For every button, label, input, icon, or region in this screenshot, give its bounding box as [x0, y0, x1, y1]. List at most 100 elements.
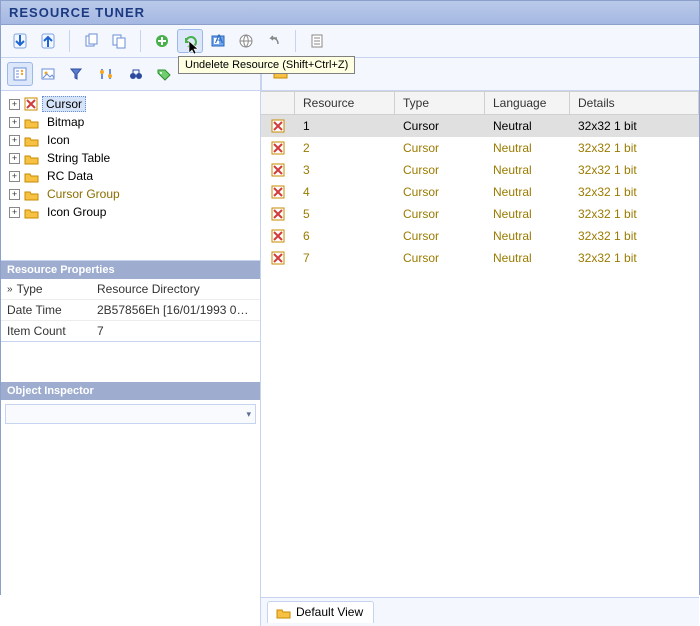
col-resource[interactable]: Resource — [295, 92, 395, 114]
tree-item-label: Icon — [43, 132, 74, 148]
cell-type: Cursor — [395, 227, 485, 245]
tag-button[interactable] — [151, 62, 177, 86]
expand-icon[interactable]: + — [9, 171, 20, 182]
prop-key: »Type — [1, 279, 91, 299]
undelete-resource-button[interactable]: Undelete Resource (Shift+Ctrl+Z) — [177, 29, 203, 53]
tree-item-label: RC Data — [43, 168, 97, 184]
expand-icon[interactable]: + — [9, 189, 20, 200]
cell-type: Cursor — [395, 117, 485, 135]
copy-button[interactable] — [78, 29, 104, 53]
tree-item-label: Icon Group — [43, 204, 110, 220]
cell-resource: 5 — [295, 205, 395, 223]
tab-default-view[interactable]: Default View — [267, 601, 374, 623]
tree-item-cursor[interactable]: + Cursor — [3, 95, 258, 113]
cell-language: Neutral — [485, 249, 570, 267]
tree-item-bitmap[interactable]: + Bitmap — [3, 113, 258, 131]
cell-language: Neutral — [485, 205, 570, 223]
table-row[interactable]: 7CursorNeutral32x32 1 bit — [261, 247, 699, 269]
deleted-icon — [271, 229, 285, 243]
cell-type: Cursor — [395, 205, 485, 223]
cell-resource: 6 — [295, 227, 395, 245]
col-icon[interactable] — [261, 92, 295, 114]
prop-value: 2B57856Eh [16/01/1993 03:47... — [91, 300, 260, 320]
table-row[interactable]: 6CursorNeutral32x32 1 bit — [261, 225, 699, 247]
expand-icon[interactable]: + — [9, 117, 20, 128]
cell-language: Neutral — [485, 139, 570, 157]
col-language[interactable]: Language — [485, 92, 570, 114]
deleted-icon — [271, 163, 285, 177]
cell-details: 32x32 1 bit — [570, 227, 699, 245]
deleted-icon — [271, 141, 285, 155]
cell-details: 32x32 1 bit — [570, 205, 699, 223]
cell-language: Neutral — [485, 227, 570, 245]
prop-row: Date Time2B57856Eh [16/01/1993 03:47... — [1, 299, 260, 320]
folder-icon — [24, 134, 39, 147]
cell-details: 32x32 1 bit — [570, 139, 699, 157]
rename-button[interactable] — [205, 29, 231, 53]
tree-item-cursor-group[interactable]: +Cursor Group — [3, 185, 258, 203]
prop-value: Resource Directory — [91, 279, 260, 299]
deleted-icon — [271, 207, 285, 221]
deleted-icon — [271, 119, 285, 133]
window-title: RESOURCE TUNER — [1, 1, 699, 25]
col-type[interactable]: Type — [395, 92, 485, 114]
chevron-down-icon: ▾ — [246, 409, 251, 420]
copy-multi-button[interactable] — [106, 29, 132, 53]
expand-icon[interactable]: + — [9, 153, 20, 164]
properties-button[interactable] — [304, 29, 330, 53]
resource-tree[interactable]: + Cursor + Bitmap + Icon + String Table + RC Data… — [1, 91, 260, 261]
import-button[interactable] — [7, 29, 33, 53]
tree-item-icon[interactable]: + Icon — [3, 131, 258, 149]
settings-button[interactable] — [93, 62, 119, 86]
expand-icon[interactable]: + — [9, 135, 20, 146]
filter-button[interactable] — [63, 62, 89, 86]
cell-language: Neutral — [485, 183, 570, 201]
tooltip: Undelete Resource (Shift+Ctrl+Z) — [178, 56, 355, 74]
cell-type: Cursor — [395, 183, 485, 201]
table-row[interactable]: 2CursorNeutral32x32 1 bit — [261, 137, 699, 159]
tree-item-rc-data[interactable]: + RC Data — [3, 167, 258, 185]
resource-grid[interactable]: 1CursorNeutral32x32 1 bit2CursorNeutral3… — [261, 115, 699, 597]
properties-grid: »TypeResource DirectoryDate Time2B57856E… — [1, 279, 260, 342]
prop-key: Item Count — [1, 321, 91, 341]
tree-item-string-table[interactable]: + String Table — [3, 149, 258, 167]
cell-details: 32x32 1 bit — [570, 161, 699, 179]
deleted-icon — [271, 251, 285, 265]
deleted-icon — [24, 97, 38, 111]
table-row[interactable]: 5CursorNeutral32x32 1 bit — [261, 203, 699, 225]
table-row[interactable]: 3CursorNeutral32x32 1 bit — [261, 159, 699, 181]
add-resource-button[interactable] — [149, 29, 175, 53]
find-button[interactable] — [123, 62, 149, 86]
deleted-icon — [271, 185, 285, 199]
tree-item-icon-group[interactable]: + Icon Group — [3, 203, 258, 221]
tree-item-label: Bitmap — [43, 114, 88, 130]
expand-icon[interactable]: + — [9, 207, 20, 218]
tree-item-label: String Table — [43, 150, 114, 166]
undo-button[interactable] — [261, 29, 287, 53]
image-view-button[interactable] — [35, 62, 61, 86]
col-details[interactable]: Details — [570, 92, 699, 114]
cell-details: 32x32 1 bit — [570, 183, 699, 201]
cell-details: 32x32 1 bit — [570, 117, 699, 135]
cell-language: Neutral — [485, 117, 570, 135]
tree-view-button[interactable] — [7, 62, 33, 86]
prop-value: 7 — [91, 321, 260, 341]
cell-type: Cursor — [395, 161, 485, 179]
object-inspector-header: Object Inspector — [1, 382, 260, 400]
table-row[interactable]: 1CursorNeutral32x32 1 bit — [261, 115, 699, 137]
chevron-right-icon: » — [7, 284, 13, 295]
expand-icon[interactable]: + — [9, 99, 20, 110]
cell-resource: 7 — [295, 249, 395, 267]
tree-item-label: Cursor — [42, 96, 86, 112]
folder-icon — [276, 606, 291, 619]
object-inspector-combo[interactable]: ▾ — [5, 404, 256, 424]
tab-bar: Default View — [261, 597, 699, 626]
export-button[interactable] — [35, 29, 61, 53]
cell-resource: 4 — [295, 183, 395, 201]
table-row[interactable]: 4CursorNeutral32x32 1 bit — [261, 181, 699, 203]
tab-label: Default View — [296, 605, 363, 619]
main-toolbar: Undelete Resource (Shift+Ctrl+Z) — [1, 25, 699, 58]
folder-icon — [24, 116, 39, 129]
cell-type: Cursor — [395, 139, 485, 157]
language-button[interactable] — [233, 29, 259, 53]
